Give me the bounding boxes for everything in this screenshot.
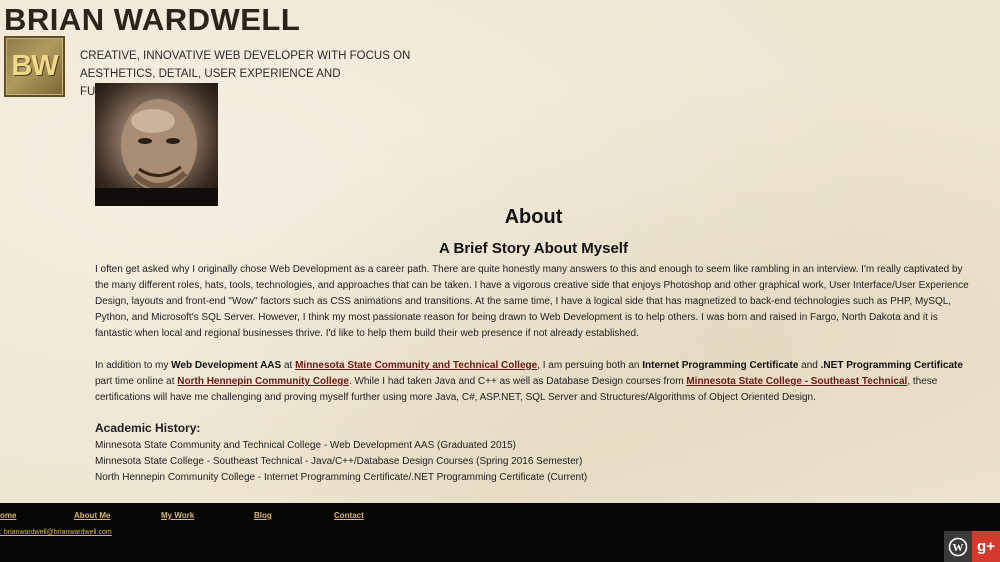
footer-nav-about[interactable]: About Me bbox=[74, 511, 110, 520]
bw-logo[interactable]: BW bbox=[4, 36, 65, 97]
about-subtitle: A Brief Story About Myself bbox=[439, 240, 628, 257]
history-item: North Hennepin Community College - Inter… bbox=[95, 472, 588, 483]
footer-email-link[interactable]: : brianwardwell@brianwardwell.com bbox=[0, 529, 112, 536]
p2-text: In addition to my bbox=[95, 360, 172, 371]
degree-highlight: Web Development AAS bbox=[171, 360, 282, 371]
footer-nav: ome About Me My Work Blog Contact bbox=[0, 511, 420, 525]
history-item: Minnesota State College - Southeast Tech… bbox=[95, 456, 583, 467]
about-paragraph-1: I often get asked why I originally chose… bbox=[95, 264, 969, 339]
history-item: Minnesota State Community and Technical … bbox=[95, 440, 516, 451]
southeast-tech-link[interactable]: Minnesota State College - Southeast Tech… bbox=[686, 376, 907, 387]
cert-highlight: Internet Programming Certificate bbox=[642, 360, 799, 371]
footer: ome About Me My Work Blog Contact : bria… bbox=[0, 503, 1000, 562]
about-paragraph-2: In addition to my Web Development AAS at… bbox=[95, 358, 975, 406]
logo-text: BW bbox=[11, 50, 58, 82]
p2-text: , I am persuing both an bbox=[537, 360, 643, 371]
footer-nav-blog[interactable]: Blog bbox=[254, 511, 272, 520]
p2-text: at bbox=[281, 360, 296, 371]
wordpress-glyph: W bbox=[953, 542, 964, 554]
mstate-link[interactable]: Minnesota State Community and Technical … bbox=[295, 360, 537, 371]
footer-nav-home[interactable]: ome bbox=[0, 511, 16, 520]
cert-highlight: .NET Programming Certificate bbox=[820, 360, 963, 371]
google-plus-button[interactable]: g+ bbox=[972, 531, 1000, 562]
p2-text: and bbox=[798, 360, 821, 371]
about-title: About bbox=[504, 206, 563, 228]
wordpress-button[interactable]: W bbox=[944, 531, 972, 562]
footer-nav-contact[interactable]: Contact bbox=[334, 511, 364, 520]
footer-nav-work[interactable]: My Work bbox=[161, 511, 194, 520]
nhcc-link[interactable]: North Hennepin Community College bbox=[177, 376, 349, 387]
academic-history-title: Academic History: bbox=[95, 421, 201, 435]
p2-text: . While I had taken Java and C++ as well… bbox=[348, 376, 687, 387]
p2-text: part time online at bbox=[95, 376, 178, 387]
about-content: I often get asked why I originally chose… bbox=[95, 262, 975, 486]
wordpress-icon: W bbox=[948, 537, 968, 556]
portrait-image bbox=[95, 99, 218, 206]
profile-photo bbox=[95, 83, 218, 206]
site-name[interactable]: BRIAN WARDWELL bbox=[4, 2, 300, 38]
google-plus-icon: g+ bbox=[977, 538, 995, 555]
